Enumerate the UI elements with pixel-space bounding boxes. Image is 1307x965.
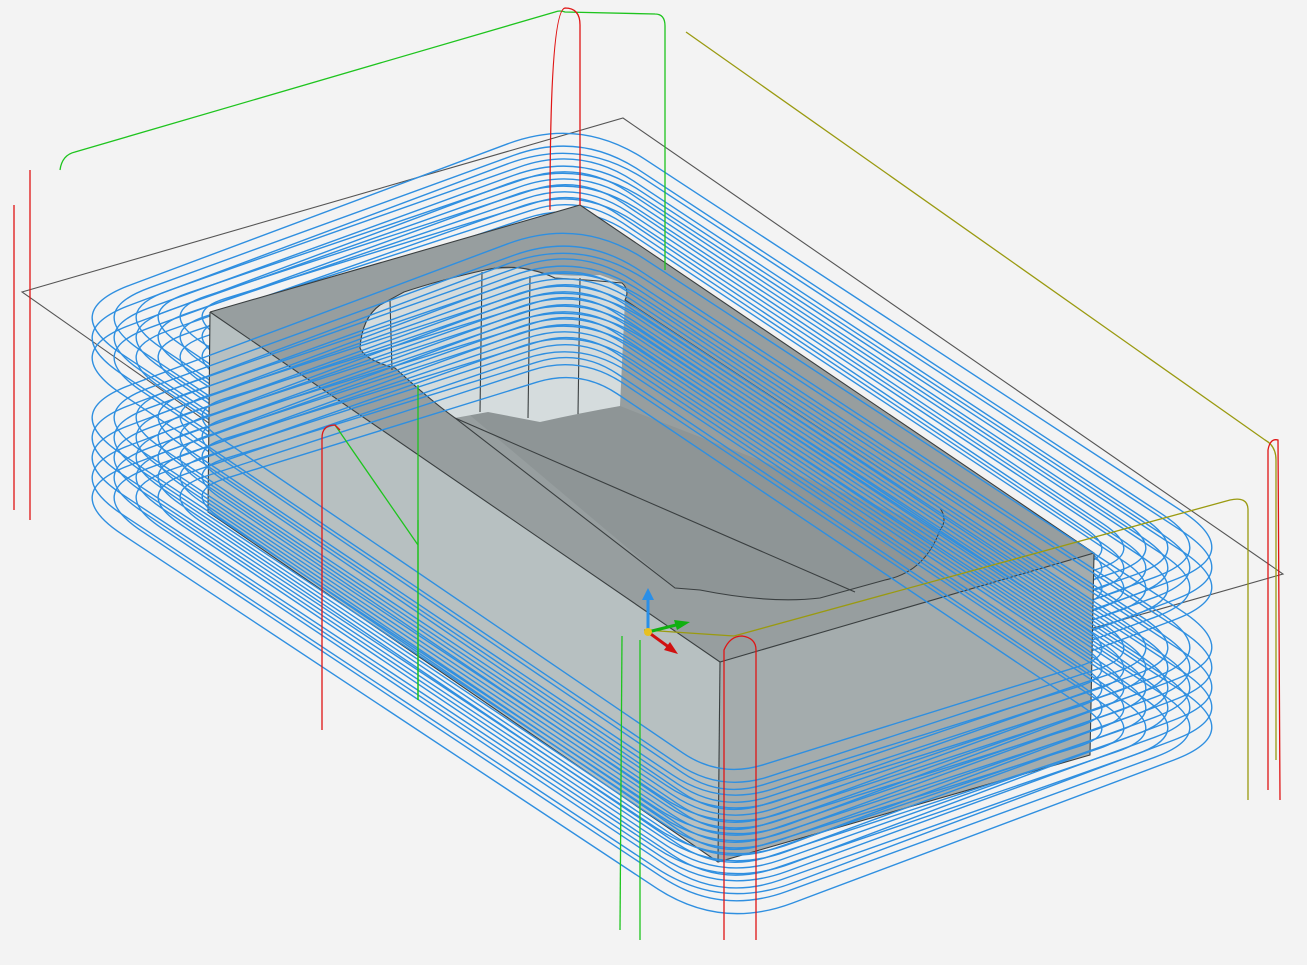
toolpath-scene[interactable] [0, 0, 1307, 965]
origin-point [644, 628, 652, 636]
plunge-move [1267, 439, 1281, 801]
cam-3d-viewport[interactable] [0, 0, 1307, 965]
